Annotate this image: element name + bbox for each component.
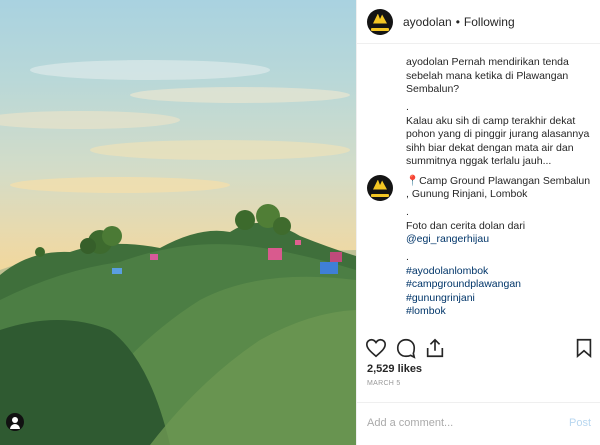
hashtag-link[interactable]: #gunungrinjani [406,292,591,306]
comment-input[interactable] [367,413,547,433]
location-text: 📍Camp Ground Plawangan Sembalun , Gunung… [406,174,591,201]
reply-spacer-2: . [406,250,409,263]
heart-icon[interactable] [365,337,387,359]
avatar[interactable] [367,8,393,35]
header-separator: • [455,14,460,29]
post-date: MARCH 5 [367,380,401,387]
avatar[interactable] [367,174,393,201]
post-header: ayodolan • Following [357,0,600,44]
likes-count[interactable]: 2,529 likes [367,363,422,375]
comments-section: ayodolan Pernah mendirikan tenda sebelah… [357,56,600,330]
mention-link[interactable]: @egi_rangerhijau [406,233,591,247]
post-sidebar: ayodolan • Following ayodolan Pernah men… [356,0,600,445]
post-button[interactable]: Post [569,417,591,429]
caption-text: ayodolan Pernah mendirikan tenda sebelah… [406,56,569,95]
hashtag-link[interactable]: #lombok [406,305,591,319]
user-tag-icon[interactable] [6,413,24,431]
reply-spacer: . [406,205,409,218]
credit-text: Foto dan cerita dolan dari [406,219,526,232]
mountain-landscape [0,60,356,445]
post-username[interactable]: ayodolan [403,15,452,29]
hashtag-link[interactable]: #campgroundplawangan [406,278,591,292]
comment-composer: Post [357,402,600,445]
action-bar [357,333,600,363]
list-item: 📍Camp Ground Plawangan Sembalun , Gunung… [367,174,591,319]
share-icon[interactable] [424,337,446,359]
following-button[interactable]: Following [464,15,515,29]
bookmark-icon[interactable] [573,337,595,359]
comment-icon[interactable] [395,337,417,359]
caption-spacer: . [406,100,409,113]
post-photo[interactable] [0,0,356,445]
caption-text-2: Kalau aku sih di camp terakhir dekat poh… [406,114,590,168]
hashtag-link[interactable]: #ayodolanlombok [406,265,591,279]
